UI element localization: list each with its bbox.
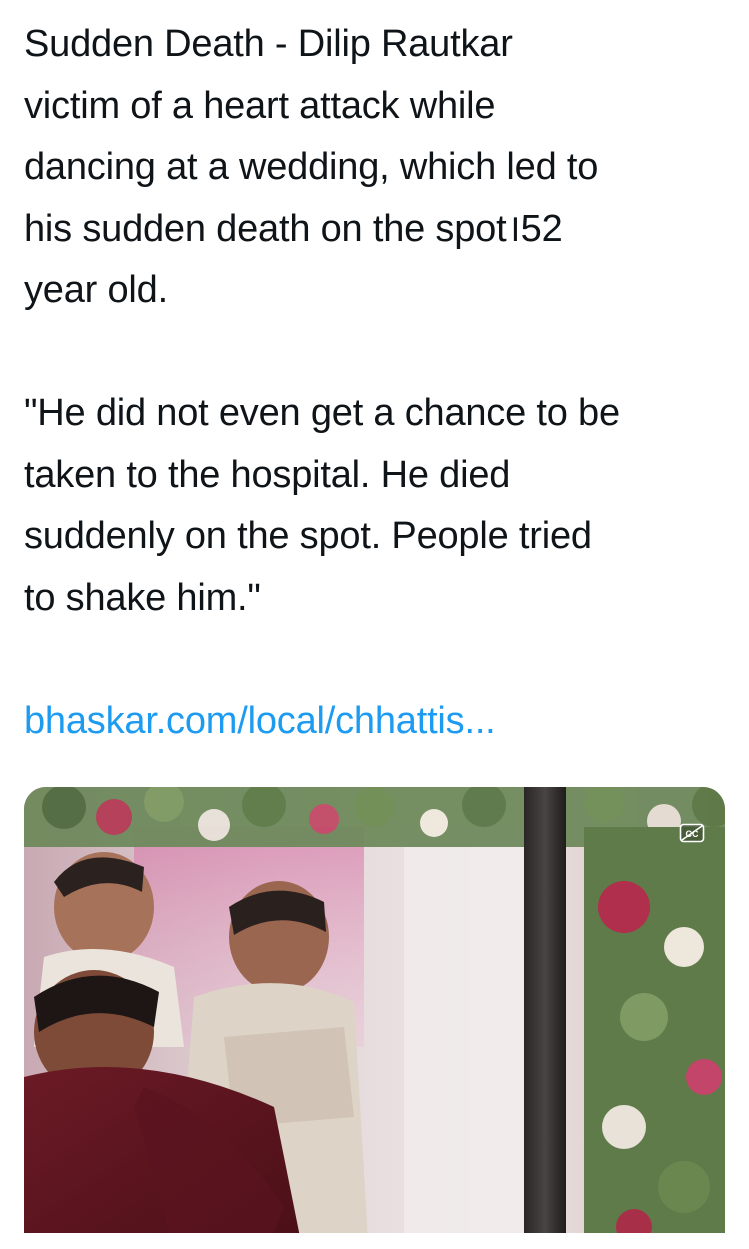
page-bottom-edge <box>0 1233 749 1249</box>
tweet-text-line: dancing at a wedding, which led to <box>24 146 599 188</box>
tweet-quote-line: to shake him." <box>24 576 261 619</box>
tweet-text-line: Sudden Death - Dilip Rautkar <box>24 23 513 65</box>
video-thumbnail[interactable]: CC <box>24 787 725 1249</box>
article-link[interactable]: bhaskar.com/local/chhattis... <box>24 691 724 753</box>
tweet-quote-line: suddenly on the spot. People tried <box>24 515 592 557</box>
tweet-text-line: his sudden death on the spot।52 <box>24 207 563 250</box>
tweet-text-line: victim of a heart attack while <box>24 84 496 127</box>
tweet-text: Sudden Death - Dilip Rautkar victim of a… <box>24 14 724 752</box>
tweet-quote-line: taken to the hospital. He died <box>24 453 511 496</box>
tweet-quote-line: "He did not even get a chance to be <box>24 392 620 434</box>
video-frame-image <box>24 787 725 1249</box>
captions-off-icon[interactable]: CC <box>679 823 705 843</box>
svg-text:CC: CC <box>686 829 699 839</box>
tweet-text-line: year old. <box>24 269 168 311</box>
